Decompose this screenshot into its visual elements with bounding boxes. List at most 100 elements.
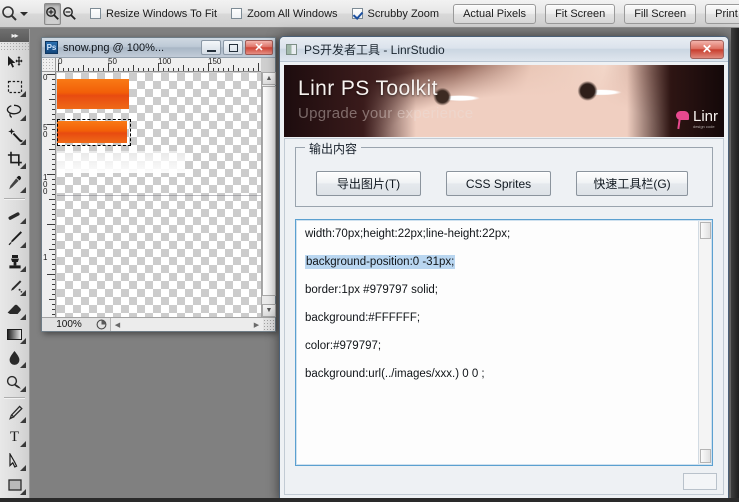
scrollbar-thumb-bottom[interactable] [700, 449, 711, 463]
caret-up-icon[interactable]: ▲ [262, 72, 276, 85]
shape-tool-icon[interactable] [0, 473, 29, 497]
zoom-out-icon[interactable] [61, 3, 78, 25]
move-tool-icon[interactable] [0, 51, 29, 75]
tool-more-triangle [20, 314, 26, 320]
tool-more-triangle [20, 218, 26, 224]
css-line: border:1px #979797 solid; [305, 283, 703, 297]
fill-screen-button[interactable]: Fill Screen [624, 4, 696, 24]
desktop-right-edge [731, 28, 739, 502]
banner-hair-left [284, 65, 416, 137]
css-line-selected[interactable]: background-position:0 -31px; [305, 255, 455, 269]
tool-more-triangle [20, 139, 26, 145]
document-vertical-scrollbar[interactable]: ▲ ▼ [261, 72, 275, 317]
close-icon[interactable]: ✕ [245, 40, 273, 55]
ruler-h-label: 50 [108, 58, 117, 66]
quick-toolbar-button[interactable]: 快速工具栏(G) [576, 171, 688, 196]
tool-more-triangle [20, 465, 26, 471]
dodge-tool-icon[interactable] [0, 370, 29, 394]
eraser-tool-icon[interactable] [0, 298, 29, 322]
scrollbar-thumb-top[interactable] [700, 222, 711, 239]
checkbox-box[interactable] [90, 8, 101, 19]
zoom-all-windows-checkbox[interactable]: Zoom All Windows [231, 8, 337, 20]
print-size-button[interactable]: Print Size [705, 4, 739, 24]
linrstudio-content-panel: 输出内容 导出图片(T) CSS Sprites 快速工具栏(G) width:… [284, 138, 724, 495]
linrstudio-title-bar[interactable]: PS开发者工具 - LinrStudio ✕ [280, 37, 728, 62]
scrollbar-thumb[interactable] [262, 86, 276, 296]
toolbar-drag-handle[interactable] [0, 42, 29, 51]
lasso-tool-icon[interactable] [0, 99, 29, 123]
checkbox-box-checked[interactable] [352, 8, 363, 19]
css-output-textarea[interactable]: width:70px;height:22px;line-height:22px;… [295, 219, 713, 466]
actual-pixels-button[interactable]: Actual Pixels [453, 4, 536, 24]
flamingo-logo-icon [673, 111, 690, 129]
document-status-bar: 100% ◀ ▶ [42, 317, 275, 331]
export-image-button[interactable]: 导出图片(T) [316, 171, 421, 196]
ruler-v-label: 1 [43, 254, 50, 261]
horizontal-ruler: 0 50 100 150 [56, 58, 261, 72]
tool-more-triangle [20, 242, 26, 248]
ruler-v-label: 50 [43, 124, 50, 138]
tool-more-triangle [20, 266, 26, 272]
toolbar-collapse-button[interactable]: ▸▸ [0, 29, 29, 42]
scrubby-zoom-label: Scrubby Zoom [368, 8, 440, 20]
banner-title: Linr PS Toolkit [298, 77, 438, 101]
blur-tool-icon[interactable] [0, 346, 29, 370]
maximize-icon[interactable] [223, 40, 243, 55]
double-chevron-right-icon: ▸▸ [11, 31, 17, 40]
fit-screen-button[interactable]: Fit Screen [545, 4, 615, 24]
app-icon [286, 44, 297, 55]
path-selection-icon[interactable] [0, 449, 29, 473]
scrubby-zoom-checkbox[interactable]: Scrubby Zoom [352, 8, 440, 20]
pen-tool-icon[interactable] [0, 401, 29, 425]
tool-more-triangle [20, 91, 26, 97]
css-line: width:70px;height:22px;line-height:22px; [305, 227, 703, 241]
zoom-in-icon[interactable] [44, 3, 61, 25]
tool-more-triangle [20, 338, 26, 344]
rectangular-marquee-icon[interactable] [0, 75, 29, 99]
marching-ants-selection [57, 119, 131, 146]
brush-tool-icon[interactable] [0, 226, 29, 250]
dialog-resize-grip[interactable] [683, 473, 717, 490]
css-line: background:url(../images/xxx.) 0 0 ; [305, 367, 703, 381]
clone-stamp-icon[interactable] [0, 250, 29, 274]
tool-more-triangle [20, 115, 26, 121]
canvas-guide-line [57, 195, 261, 196]
linr-banner: Linr PS Toolkit Upgrade your experience … [284, 65, 724, 137]
minimize-icon[interactable] [201, 40, 221, 55]
linr-logo: Linr design code [673, 110, 718, 129]
window-resize-grip[interactable] [263, 319, 275, 331]
zoom-level-value[interactable]: 100% [42, 319, 92, 330]
resize-windows-to-fit-checkbox[interactable]: Resize Windows To Fit [90, 8, 217, 20]
caret-left-icon[interactable]: ◀ [111, 318, 124, 331]
history-brush-icon[interactable] [0, 274, 29, 298]
document-body: 0 50 100 150 0 50 100 1 ▲ ▼ 100% [42, 58, 275, 331]
healing-brush-icon[interactable] [0, 202, 29, 226]
tool-more-triangle [20, 489, 26, 495]
vertical-ruler: 0 50 100 1 [42, 72, 56, 317]
close-icon[interactable]: ✕ [690, 40, 724, 59]
eyedropper-icon[interactable] [0, 171, 29, 195]
image-canvas[interactable] [57, 73, 261, 317]
gradient-tool-icon[interactable] [0, 322, 29, 346]
tool-more-triangle [20, 163, 26, 169]
chevron-down-icon[interactable] [20, 12, 28, 16]
zoom-all-windows-label: Zoom All Windows [247, 8, 337, 20]
caret-down-icon[interactable]: ▼ [262, 304, 276, 317]
document-info-icon[interactable] [92, 318, 110, 331]
zoom-icon[interactable] [1, 2, 18, 26]
crop-tool-icon[interactable] [0, 147, 29, 171]
ruler-corner [42, 58, 56, 72]
photoshop-document-window: Ps snow.png @ 100%... ✕ 0 50 100 150 0 5… [41, 37, 276, 332]
css-sprites-button[interactable]: CSS Sprites [446, 171, 551, 196]
checkbox-box[interactable] [231, 8, 242, 19]
type-tool-icon[interactable]: T [0, 425, 29, 449]
type-tool-glyph: T [10, 429, 19, 446]
document-title-bar[interactable]: Ps snow.png @ 100%... ✕ [42, 38, 275, 58]
desktop-bottom-edge [0, 498, 739, 502]
ruler-v-label: 0 [43, 74, 50, 81]
photoshop-tools-panel: ▸▸ [0, 29, 30, 502]
document-horizontal-scrollbar[interactable]: ◀ ▶ [110, 318, 263, 331]
caret-right-icon[interactable]: ▶ [250, 318, 263, 331]
magic-wand-icon[interactable] [0, 123, 29, 147]
css-output-scrollbar[interactable] [698, 221, 711, 464]
